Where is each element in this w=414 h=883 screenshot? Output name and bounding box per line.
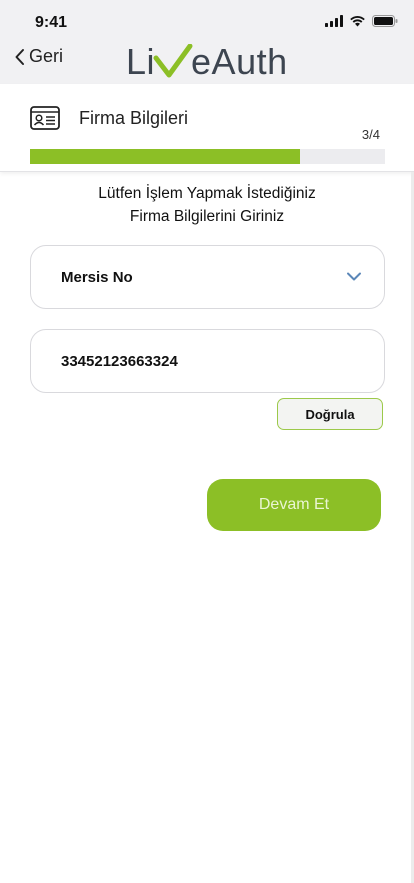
step-card: Firma Bilgileri 3/4 (0, 84, 414, 172)
chevron-down-icon (347, 272, 361, 281)
verify-button[interactable]: Doğrula (277, 398, 383, 430)
status-time: 9:41 (35, 14, 68, 31)
back-label: Geri (29, 46, 64, 66)
logo-text-right: eAuth (191, 41, 288, 82)
cellular-signal-icon (325, 15, 343, 27)
top-bar: 9:41 Geri Li eAuth (0, 0, 414, 84)
wifi-icon (350, 16, 365, 27)
chevron-left-icon (15, 48, 24, 65)
liveauth-logo: Li eAuth (126, 38, 288, 80)
instructions-line-2: Firma Bilgilerini Giriniz (129, 208, 285, 225)
continue-button[interactable]: Devam Et (207, 479, 381, 531)
id-type-selected-value: Mersis No (61, 269, 133, 286)
instructions-text: Lütfen İşlem Yapmak İstediğiniz Firma Bi… (0, 182, 414, 228)
id-number-value[interactable]: 33452123663324 (61, 353, 178, 370)
id-number-field[interactable]: 33452123663324 (30, 329, 385, 393)
status-icons (325, 15, 398, 27)
progress-bar (30, 149, 385, 164)
logo-text-left: Li (126, 41, 156, 82)
step-counter: 3/4 (361, 127, 380, 142)
progress-bar-fill (30, 149, 300, 164)
back-button[interactable]: Geri (14, 46, 63, 67)
logo-checkmark-icon (153, 44, 193, 78)
step-title: Firma Bilgileri (79, 108, 189, 128)
company-id-card-icon (30, 106, 60, 130)
instructions-line-1: Lütfen İşlem Yapmak İstediğiniz (98, 185, 316, 202)
battery-icon (372, 15, 398, 27)
id-type-select[interactable]: Mersis No (30, 245, 385, 309)
